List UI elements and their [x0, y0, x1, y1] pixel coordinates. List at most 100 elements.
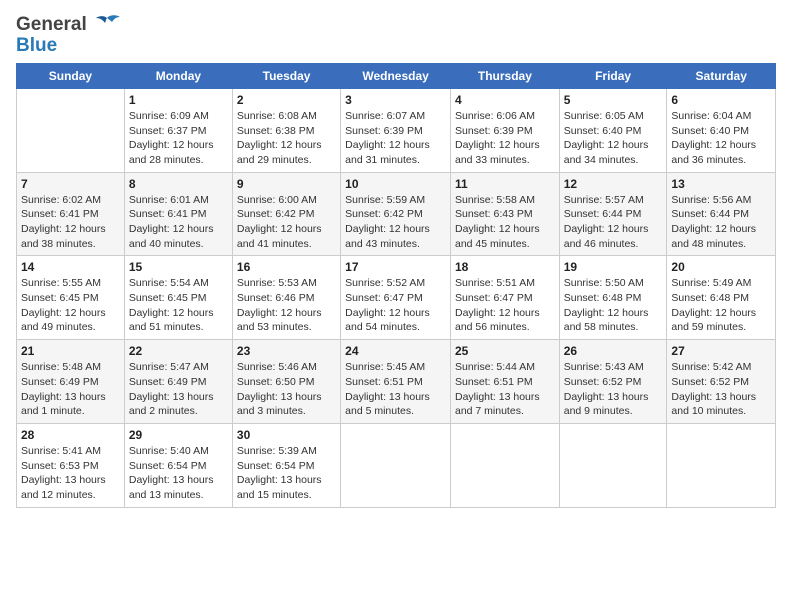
- weekday-header-cell: Sunday: [17, 63, 125, 88]
- day-number: 10: [345, 177, 446, 191]
- day-number: 2: [237, 93, 336, 107]
- day-info: Sunrise: 5:54 AMSunset: 6:45 PMDaylight:…: [129, 276, 228, 335]
- weekday-header-cell: Tuesday: [232, 63, 340, 88]
- cell-content: 11 Sunrise: 5:58 AMSunset: 6:43 PMDaylig…: [455, 177, 555, 252]
- calendar-cell: 20 Sunrise: 5:49 AMSunset: 6:48 PMDaylig…: [667, 256, 776, 340]
- calendar-cell: [450, 423, 559, 507]
- calendar-cell: 11 Sunrise: 5:58 AMSunset: 6:43 PMDaylig…: [450, 172, 559, 256]
- day-number: 6: [671, 93, 771, 107]
- day-info: Sunrise: 6:01 AMSunset: 6:41 PMDaylight:…: [129, 193, 228, 252]
- day-number: 12: [564, 177, 663, 191]
- calendar-cell: 16 Sunrise: 5:53 AMSunset: 6:46 PMDaylig…: [232, 256, 340, 340]
- calendar-body: 1 Sunrise: 6:09 AMSunset: 6:37 PMDayligh…: [17, 88, 776, 507]
- cell-content: 2 Sunrise: 6:08 AMSunset: 6:38 PMDayligh…: [237, 93, 336, 168]
- day-number: 15: [129, 260, 228, 274]
- page: General Blue SundayMondayTuesdayWednesda…: [0, 0, 792, 518]
- calendar-cell: 21 Sunrise: 5:48 AMSunset: 6:49 PMDaylig…: [17, 340, 125, 424]
- day-info: Sunrise: 5:39 AMSunset: 6:54 PMDaylight:…: [237, 444, 336, 503]
- cell-content: 12 Sunrise: 5:57 AMSunset: 6:44 PMDaylig…: [564, 177, 663, 252]
- cell-content: 27 Sunrise: 5:42 AMSunset: 6:52 PMDaylig…: [671, 344, 771, 419]
- day-info: Sunrise: 5:51 AMSunset: 6:47 PMDaylight:…: [455, 276, 555, 335]
- day-number: 13: [671, 177, 771, 191]
- day-info: Sunrise: 5:56 AMSunset: 6:44 PMDaylight:…: [671, 193, 771, 252]
- calendar-cell: 28 Sunrise: 5:41 AMSunset: 6:53 PMDaylig…: [17, 423, 125, 507]
- day-info: Sunrise: 5:44 AMSunset: 6:51 PMDaylight:…: [455, 360, 555, 419]
- day-info: Sunrise: 5:41 AMSunset: 6:53 PMDaylight:…: [21, 444, 120, 503]
- day-number: 9: [237, 177, 336, 191]
- calendar-week-row: 28 Sunrise: 5:41 AMSunset: 6:53 PMDaylig…: [17, 423, 776, 507]
- cell-content: 20 Sunrise: 5:49 AMSunset: 6:48 PMDaylig…: [671, 260, 771, 335]
- calendar-cell: 2 Sunrise: 6:08 AMSunset: 6:38 PMDayligh…: [232, 88, 340, 172]
- cell-content: 26 Sunrise: 5:43 AMSunset: 6:52 PMDaylig…: [564, 344, 663, 419]
- day-info: Sunrise: 6:05 AMSunset: 6:40 PMDaylight:…: [564, 109, 663, 168]
- calendar-week-row: 21 Sunrise: 5:48 AMSunset: 6:49 PMDaylig…: [17, 340, 776, 424]
- weekday-header-cell: Wednesday: [341, 63, 451, 88]
- calendar-cell: 4 Sunrise: 6:06 AMSunset: 6:39 PMDayligh…: [450, 88, 559, 172]
- cell-content: 18 Sunrise: 5:51 AMSunset: 6:47 PMDaylig…: [455, 260, 555, 335]
- day-info: Sunrise: 6:00 AMSunset: 6:42 PMDaylight:…: [237, 193, 336, 252]
- calendar-cell: 5 Sunrise: 6:05 AMSunset: 6:40 PMDayligh…: [559, 88, 667, 172]
- calendar-cell: 30 Sunrise: 5:39 AMSunset: 6:54 PMDaylig…: [232, 423, 340, 507]
- day-number: 30: [237, 428, 336, 442]
- day-info: Sunrise: 5:52 AMSunset: 6:47 PMDaylight:…: [345, 276, 446, 335]
- day-info: Sunrise: 5:59 AMSunset: 6:42 PMDaylight:…: [345, 193, 446, 252]
- day-number: 16: [237, 260, 336, 274]
- calendar-table: SundayMondayTuesdayWednesdayThursdayFrid…: [16, 63, 776, 508]
- day-info: Sunrise: 5:48 AMSunset: 6:49 PMDaylight:…: [21, 360, 120, 419]
- calendar-cell: 13 Sunrise: 5:56 AMSunset: 6:44 PMDaylig…: [667, 172, 776, 256]
- cell-content: 1 Sunrise: 6:09 AMSunset: 6:37 PMDayligh…: [129, 93, 228, 168]
- day-number: 19: [564, 260, 663, 274]
- cell-content: 6 Sunrise: 6:04 AMSunset: 6:40 PMDayligh…: [671, 93, 771, 168]
- cell-content: 13 Sunrise: 5:56 AMSunset: 6:44 PMDaylig…: [671, 177, 771, 252]
- cell-content: 21 Sunrise: 5:48 AMSunset: 6:49 PMDaylig…: [21, 344, 120, 419]
- cell-content: 9 Sunrise: 6:00 AMSunset: 6:42 PMDayligh…: [237, 177, 336, 252]
- cell-content: 28 Sunrise: 5:41 AMSunset: 6:53 PMDaylig…: [21, 428, 120, 503]
- calendar-cell: 22 Sunrise: 5:47 AMSunset: 6:49 PMDaylig…: [124, 340, 232, 424]
- day-number: 18: [455, 260, 555, 274]
- cell-content: 7 Sunrise: 6:02 AMSunset: 6:41 PMDayligh…: [21, 177, 120, 252]
- day-info: Sunrise: 5:57 AMSunset: 6:44 PMDaylight:…: [564, 193, 663, 252]
- calendar-cell: 12 Sunrise: 5:57 AMSunset: 6:44 PMDaylig…: [559, 172, 667, 256]
- cell-content: 8 Sunrise: 6:01 AMSunset: 6:41 PMDayligh…: [129, 177, 228, 252]
- day-info: Sunrise: 5:55 AMSunset: 6:45 PMDaylight:…: [21, 276, 120, 335]
- calendar-cell: 8 Sunrise: 6:01 AMSunset: 6:41 PMDayligh…: [124, 172, 232, 256]
- cell-content: 23 Sunrise: 5:46 AMSunset: 6:50 PMDaylig…: [237, 344, 336, 419]
- cell-content: 3 Sunrise: 6:07 AMSunset: 6:39 PMDayligh…: [345, 93, 446, 168]
- calendar-cell: 15 Sunrise: 5:54 AMSunset: 6:45 PMDaylig…: [124, 256, 232, 340]
- day-info: Sunrise: 5:45 AMSunset: 6:51 PMDaylight:…: [345, 360, 446, 419]
- calendar-cell: 27 Sunrise: 5:42 AMSunset: 6:52 PMDaylig…: [667, 340, 776, 424]
- calendar-cell: 19 Sunrise: 5:50 AMSunset: 6:48 PMDaylig…: [559, 256, 667, 340]
- day-number: 4: [455, 93, 555, 107]
- day-info: Sunrise: 5:49 AMSunset: 6:48 PMDaylight:…: [671, 276, 771, 335]
- day-info: Sunrise: 6:06 AMSunset: 6:39 PMDaylight:…: [455, 109, 555, 168]
- day-info: Sunrise: 5:50 AMSunset: 6:48 PMDaylight:…: [564, 276, 663, 335]
- weekday-header-cell: Thursday: [450, 63, 559, 88]
- calendar-week-row: 7 Sunrise: 6:02 AMSunset: 6:41 PMDayligh…: [17, 172, 776, 256]
- day-number: 25: [455, 344, 555, 358]
- day-info: Sunrise: 6:09 AMSunset: 6:37 PMDaylight:…: [129, 109, 228, 168]
- calendar-cell: 24 Sunrise: 5:45 AMSunset: 6:51 PMDaylig…: [341, 340, 451, 424]
- day-info: Sunrise: 5:58 AMSunset: 6:43 PMDaylight:…: [455, 193, 555, 252]
- day-info: Sunrise: 6:08 AMSunset: 6:38 PMDaylight:…: [237, 109, 336, 168]
- day-number: 1: [129, 93, 228, 107]
- cell-content: 25 Sunrise: 5:44 AMSunset: 6:51 PMDaylig…: [455, 344, 555, 419]
- day-number: 3: [345, 93, 446, 107]
- cell-content: 17 Sunrise: 5:52 AMSunset: 6:47 PMDaylig…: [345, 260, 446, 335]
- day-number: 20: [671, 260, 771, 274]
- day-number: 5: [564, 93, 663, 107]
- logo: General Blue: [16, 14, 120, 57]
- cell-content: 10 Sunrise: 5:59 AMSunset: 6:42 PMDaylig…: [345, 177, 446, 252]
- cell-content: 30 Sunrise: 5:39 AMSunset: 6:54 PMDaylig…: [237, 428, 336, 503]
- cell-content: 16 Sunrise: 5:53 AMSunset: 6:46 PMDaylig…: [237, 260, 336, 335]
- calendar-cell: [17, 88, 125, 172]
- calendar-cell: 23 Sunrise: 5:46 AMSunset: 6:50 PMDaylig…: [232, 340, 340, 424]
- calendar-cell: [341, 423, 451, 507]
- calendar-cell: 9 Sunrise: 6:00 AMSunset: 6:42 PMDayligh…: [232, 172, 340, 256]
- weekday-header-cell: Friday: [559, 63, 667, 88]
- day-info: Sunrise: 5:43 AMSunset: 6:52 PMDaylight:…: [564, 360, 663, 419]
- calendar-cell: 7 Sunrise: 6:02 AMSunset: 6:41 PMDayligh…: [17, 172, 125, 256]
- calendar-cell: 6 Sunrise: 6:04 AMSunset: 6:40 PMDayligh…: [667, 88, 776, 172]
- day-number: 28: [21, 428, 120, 442]
- logo-blue: Blue: [16, 36, 120, 57]
- logo-bird-icon: [94, 14, 120, 36]
